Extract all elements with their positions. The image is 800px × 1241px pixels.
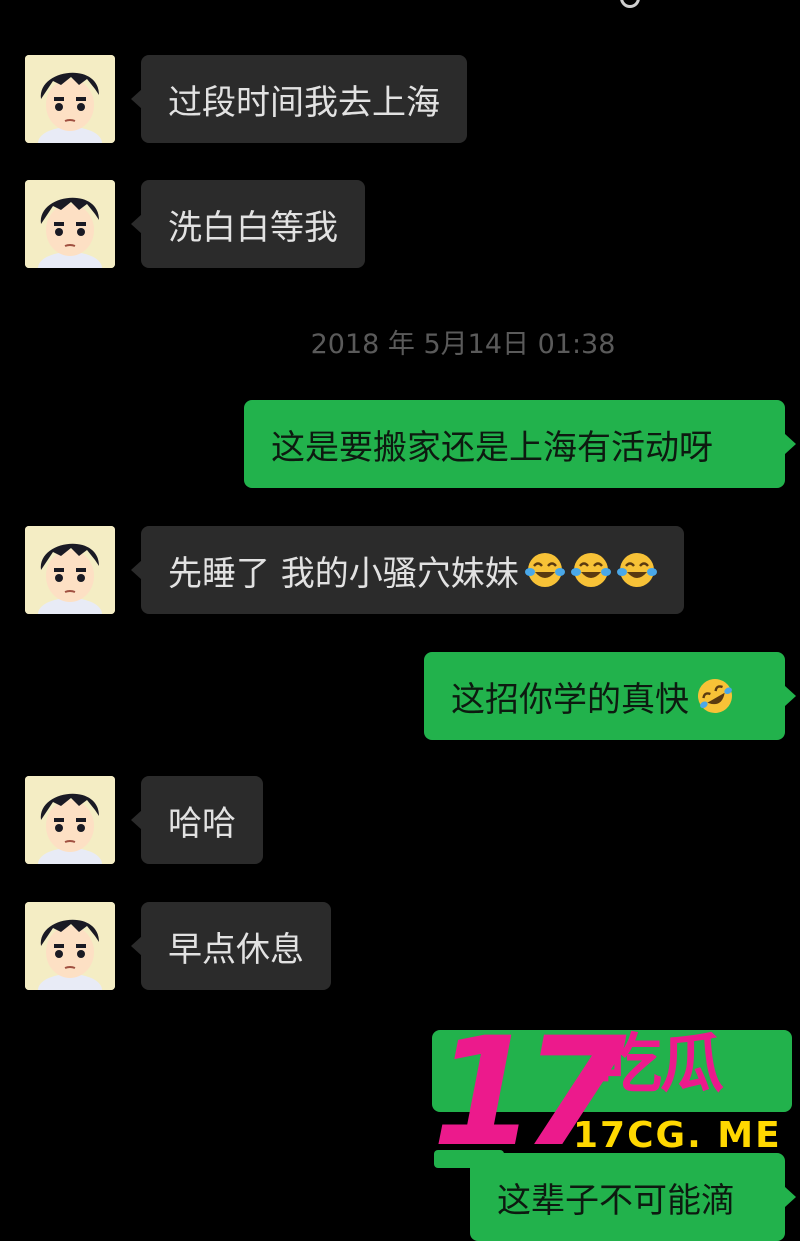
message-text: 先睡了 我的小骚穴妹妹 <box>168 553 519 594</box>
outgoing-message[interactable]: 这招你学的真快 <box>424 652 796 740</box>
cartoon-boy-avatar-icon <box>25 180 115 268</box>
message-text: 这招你学的真快 <box>451 679 689 720</box>
message-text: 过段时间我去上海 <box>168 82 440 123</box>
incoming-message[interactable]: 先睡了 我的小骚穴妹妹 <box>131 526 684 614</box>
cartoon-boy-avatar-icon <box>25 902 115 990</box>
contact-avatar[interactable] <box>25 180 115 268</box>
incoming-message[interactable]: 早点休息 <box>131 902 331 990</box>
contact-avatar[interactable] <box>25 526 115 614</box>
cartoon-boy-avatar-icon <box>25 526 115 614</box>
message-text: 早点休息 <box>168 929 304 970</box>
message-text: 哈哈 <box>168 803 236 844</box>
status-circle-icon <box>620 0 640 8</box>
watermark-chinese: 吃瓜 <box>598 1028 724 1102</box>
incoming-message[interactable]: 洗白白等我 <box>131 180 365 268</box>
chat-timestamp: 2018 年 5月14日 01:38 <box>310 329 616 360</box>
incoming-message[interactable]: 过段时间我去上海 <box>131 55 467 143</box>
tears-of-joy-icon <box>616 550 657 590</box>
outgoing-message[interactable]: 这是要搬家还是上海有活动呀 <box>244 400 796 488</box>
tears-of-joy-icon <box>524 550 565 590</box>
contact-avatar[interactable] <box>25 55 115 143</box>
cartoon-boy-avatar-icon <box>25 55 115 143</box>
incoming-message[interactable]: 哈哈 <box>131 776 263 864</box>
tears-of-joy-icon <box>570 550 611 590</box>
contact-avatar[interactable] <box>25 902 115 990</box>
rolling-laughing-icon <box>695 676 735 716</box>
cartoon-boy-avatar-icon <box>25 776 115 864</box>
contact-avatar[interactable] <box>25 776 115 864</box>
message-text: 这是要搬家还是上海有活动呀 <box>271 427 713 468</box>
watermark-url: 17CG. ME <box>573 1115 782 1156</box>
message-text: 洗白白等我 <box>168 207 338 248</box>
